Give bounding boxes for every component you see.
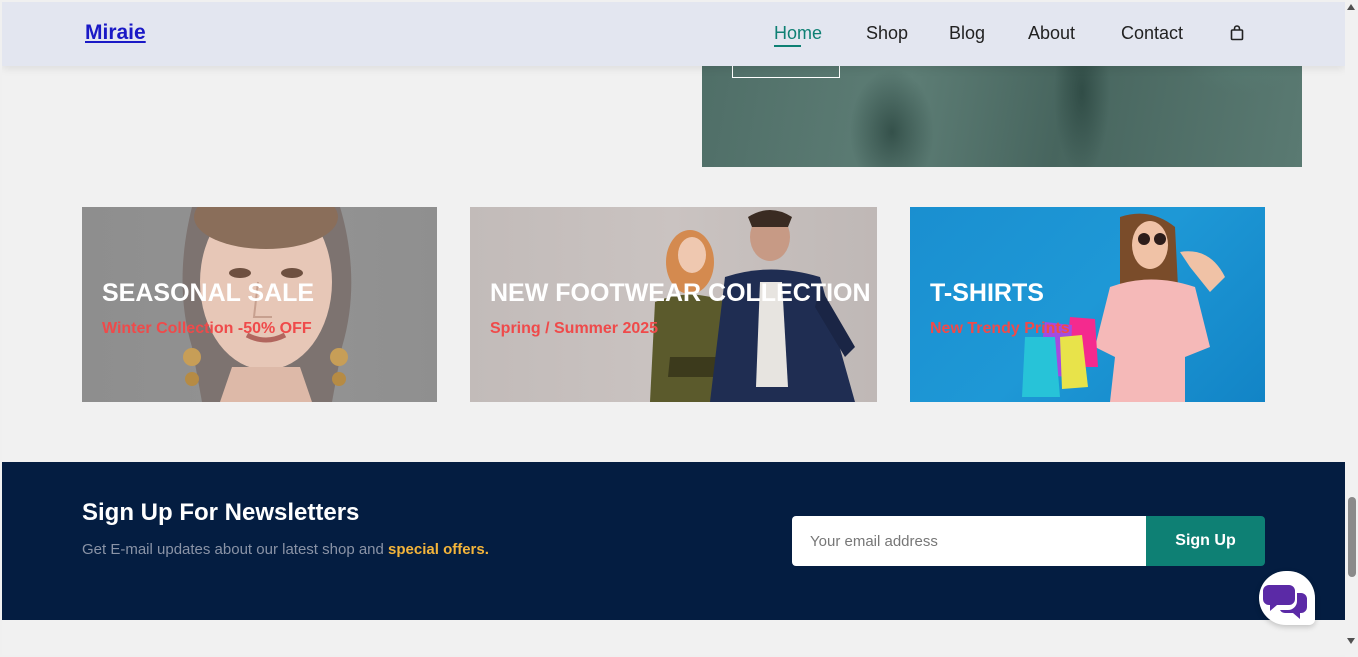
scroll-down-icon[interactable] bbox=[1347, 638, 1355, 644]
nav-active-underline bbox=[774, 45, 801, 47]
newsletter-description: Get E-mail updates about our latest shop… bbox=[82, 541, 489, 558]
newsletter-text: Get E-mail updates about our latest shop… bbox=[82, 541, 389, 558]
sign-up-button[interactable]: Sign Up bbox=[1146, 516, 1265, 566]
nav-shop[interactable]: Shop bbox=[866, 23, 908, 44]
newsletter-title: Sign Up For Newsletters bbox=[82, 499, 360, 526]
banner-subtitle: Spring / Summer 2025 bbox=[490, 320, 659, 337]
nav-home[interactable]: Home bbox=[774, 23, 822, 44]
scrollbar-thumb[interactable] bbox=[1348, 497, 1356, 577]
logo-link[interactable]: Miraie bbox=[85, 21, 146, 45]
chat-bubbles-icon bbox=[1263, 585, 1307, 619]
banner-subtitle: New Trendy Prints bbox=[930, 320, 1070, 337]
banner-tshirts[interactable]: T-SHIRTS New Trendy Prints bbox=[910, 207, 1265, 402]
banner-new-footwear[interactable]: NEW FOOTWEAR COLLECTION Spring / Summer … bbox=[470, 207, 877, 402]
banner-title: NEW FOOTWEAR COLLECTION bbox=[490, 279, 871, 307]
banner-title: T-SHIRTS bbox=[930, 279, 1044, 307]
email-input[interactable] bbox=[792, 516, 1146, 566]
banner-seasonal-sale[interactable]: SEASONAL SALE Winter Collection -50% OFF bbox=[82, 207, 437, 402]
banner-title: SEASONAL SALE bbox=[102, 279, 315, 307]
nav-contact[interactable]: Contact bbox=[1121, 23, 1183, 44]
chat-button[interactable] bbox=[1259, 571, 1315, 625]
nav-about[interactable]: About bbox=[1028, 23, 1075, 44]
shopping-bag-icon[interactable] bbox=[1229, 24, 1245, 42]
banner-subtitle: Winter Collection -50% OFF bbox=[102, 320, 312, 337]
newsletter-highlight: special offers. bbox=[388, 541, 489, 558]
nav-blog[interactable]: Blog bbox=[949, 23, 985, 44]
navbar: Miraie Home Shop Blog About Contact bbox=[2, 2, 1345, 66]
newsletter-section: Sign Up For Newsletters Get E-mail updat… bbox=[2, 462, 1345, 620]
scroll-up-icon[interactable] bbox=[1347, 4, 1355, 10]
page: Miraie Home Shop Blog About Contact SEAS… bbox=[2, 2, 1345, 655]
